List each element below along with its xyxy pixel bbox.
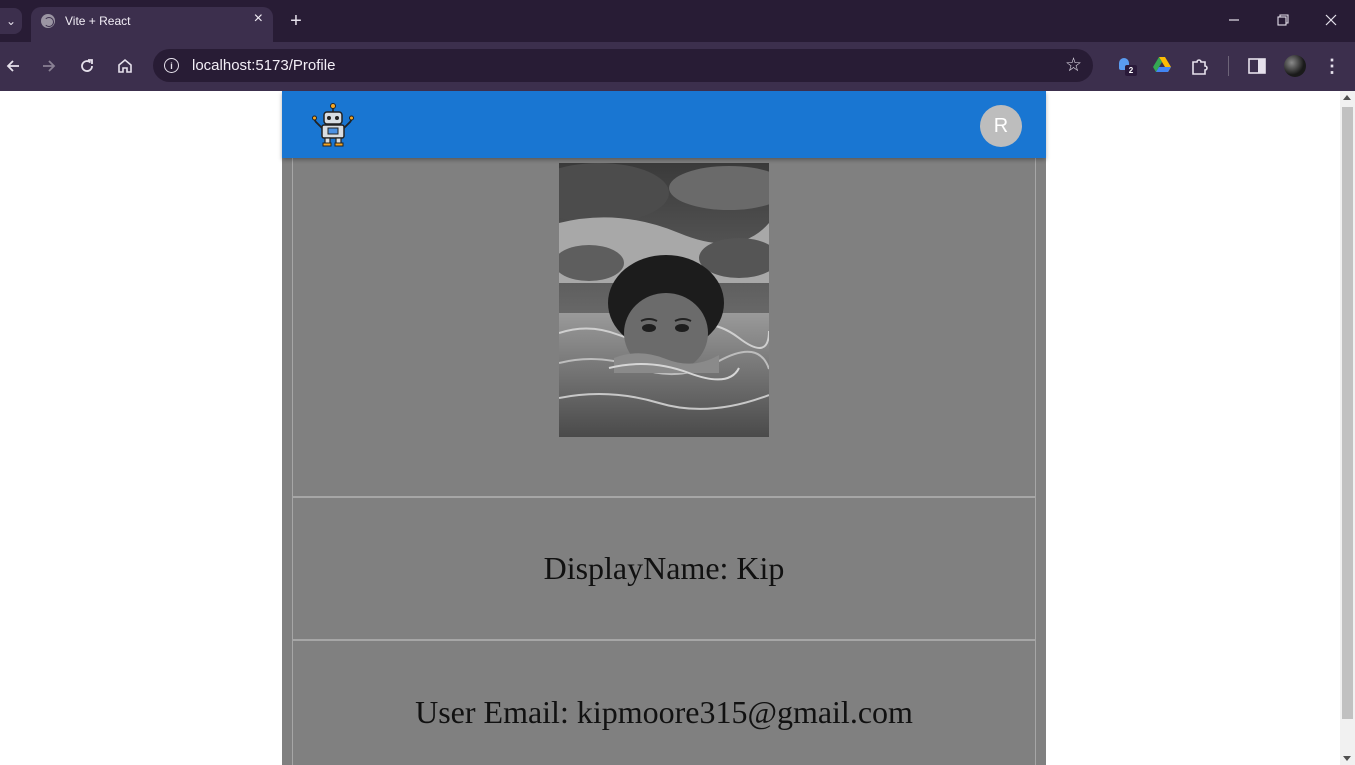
scrollbar-thumb[interactable]	[1342, 107, 1353, 719]
profile-photo	[559, 163, 769, 437]
back-arrow-icon[interactable]	[0, 53, 26, 79]
home-icon[interactable]	[112, 53, 138, 79]
browser-toolbar: i localhost:5173/Profile ☆	[0, 42, 1355, 91]
tab-list-icon[interactable]: ⌄	[0, 8, 22, 34]
tab-title: Vite + React	[65, 14, 131, 28]
user-avatar[interactable]: R	[980, 105, 1022, 147]
restore-icon[interactable]	[1268, 6, 1298, 34]
app-bar: R	[282, 91, 1046, 158]
display-name-text: DisplayName: Kip	[543, 550, 785, 586]
star-icon[interactable]: ☆	[1065, 54, 1082, 77]
close-icon[interactable]: ×	[254, 10, 263, 28]
scroll-down-arrow-icon[interactable]	[1343, 756, 1351, 761]
sidebar-icon[interactable]	[1246, 55, 1268, 77]
profile-card: DisplayName: Kip User Email: kipmoore315…	[292, 158, 1036, 765]
kebab-menu-icon[interactable]: ⋮	[1322, 54, 1342, 78]
email-section: User Email: kipmoore315@gmail.com	[293, 641, 1035, 765]
profile-photo-section	[293, 158, 1035, 498]
drive-icon[interactable]	[1153, 57, 1171, 73]
globe-icon	[41, 14, 55, 28]
display-name-section: DisplayName: Kip	[293, 498, 1035, 641]
tab-bar: ⌄ Vite + React × +	[0, 0, 1355, 42]
extension-badge-count: 2	[1125, 65, 1137, 76]
page-viewport: R DisplayName: Kip User Email: kipmoore3…	[0, 91, 1340, 765]
reload-icon[interactable]	[74, 53, 100, 79]
forward-arrow-icon[interactable]	[36, 53, 62, 79]
plus-icon[interactable]: +	[286, 8, 306, 34]
window-close-icon[interactable]	[1316, 6, 1346, 34]
info-icon[interactable]: i	[164, 58, 179, 73]
url-text: localhost:5173/Profile	[192, 57, 336, 74]
scroll-up-arrow-icon[interactable]	[1343, 95, 1351, 100]
email-text: User Email: kipmoore315@gmail.com	[415, 694, 913, 730]
profile-app: R DisplayName: Kip User Email: kipmoore3…	[282, 91, 1046, 765]
puzzle-icon[interactable]	[1189, 55, 1211, 77]
browser-tab[interactable]: Vite + React ×	[31, 7, 273, 42]
page-scrollbar[interactable]	[1340, 91, 1355, 765]
toolbar-separator	[1228, 56, 1229, 76]
address-bar[interactable]: i localhost:5173/Profile ☆	[153, 49, 1093, 82]
robot-logo-icon[interactable]	[312, 103, 354, 147]
minimize-icon[interactable]	[1219, 6, 1249, 34]
browser-profile-avatar[interactable]	[1284, 55, 1306, 77]
extension-icon[interactable]: 2	[1119, 56, 1137, 76]
